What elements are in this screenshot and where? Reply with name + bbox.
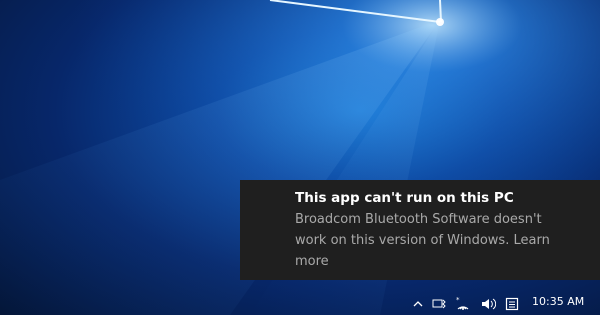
volume-icon[interactable]	[480, 296, 496, 312]
action-center-icon[interactable]	[504, 296, 520, 312]
app-incompatible-notification[interactable]: This app can't run on this PC Broadcom B…	[240, 180, 600, 280]
chevron-up-icon[interactable]	[410, 296, 426, 312]
bluetooth-icon[interactable]	[432, 296, 448, 312]
network-icon[interactable]: *	[455, 296, 471, 312]
notification-title: This app can't run on this PC	[295, 190, 514, 206]
taskbar-clock[interactable]: 10:35 AM	[532, 295, 584, 308]
notification-body[interactable]: Broadcom Bluetooth Software doesn't work…	[295, 209, 575, 272]
svg-text:*: *	[456, 296, 460, 304]
